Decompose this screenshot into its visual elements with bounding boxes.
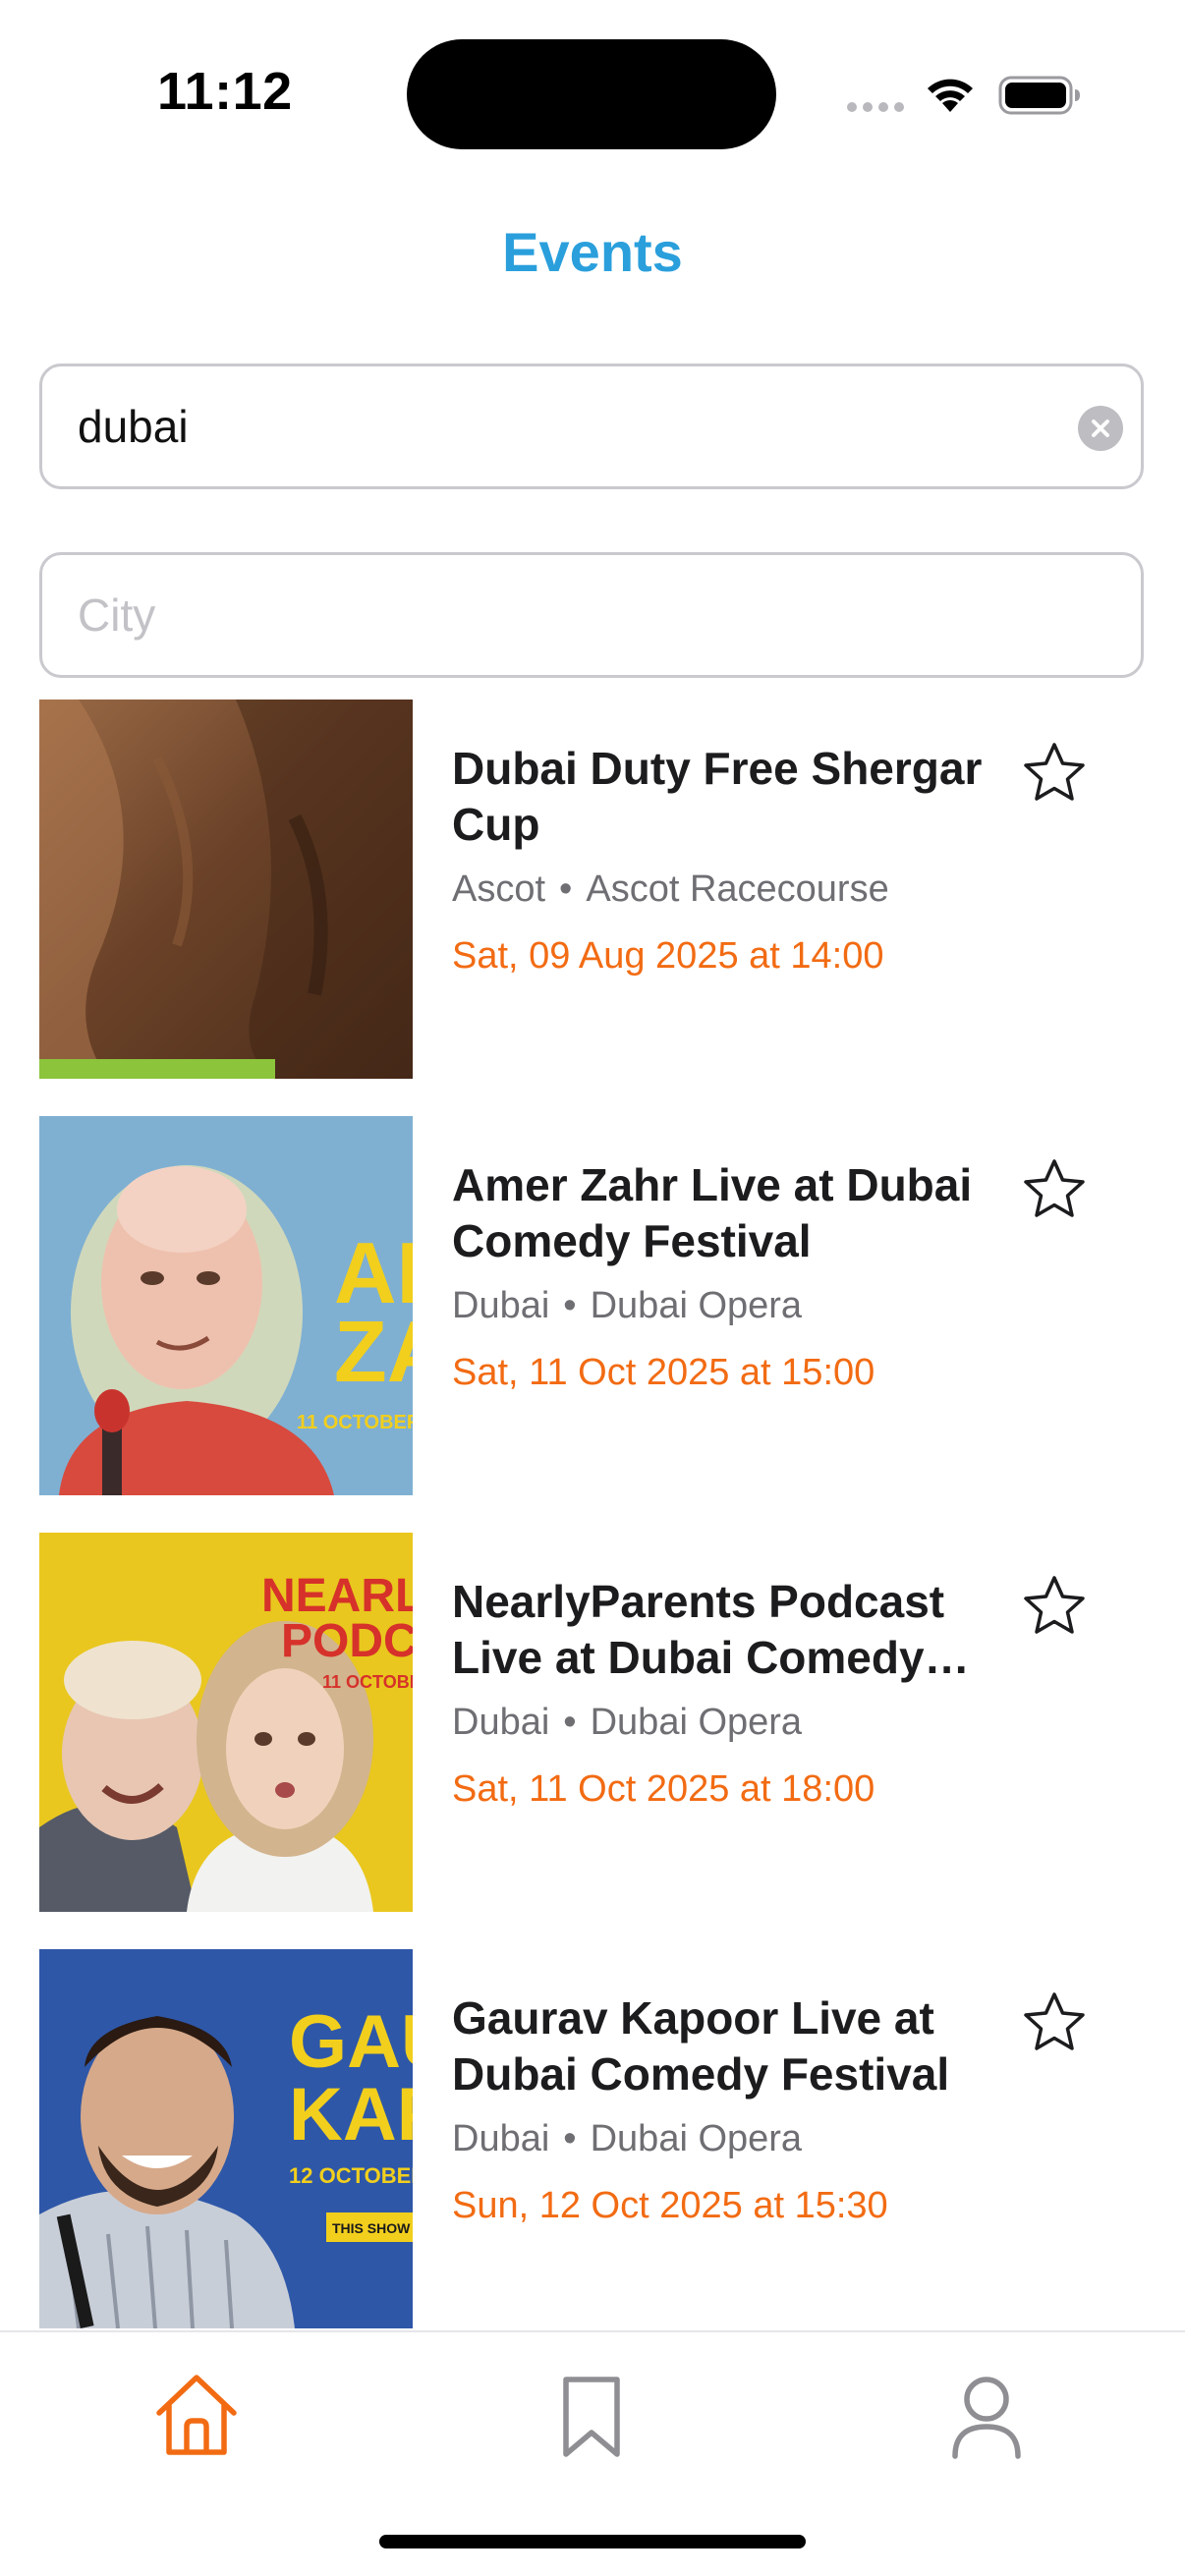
event-date: Sun, 12 Oct 2025 at 15:30 (452, 2185, 888, 2226)
event-city: Dubai (452, 1702, 550, 1743)
event-row[interactable]: NEARLYP PODCAS 11 OCTOBER NearlyParents … (0, 1533, 1185, 1912)
search-field[interactable] (39, 364, 1144, 489)
separator-dot: • (563, 1285, 577, 1326)
favorite-star-button[interactable] (1020, 1572, 1089, 1641)
city-field[interactable] (39, 552, 1144, 678)
page-title: Events (502, 221, 683, 283)
event-thumbnail: GAU KAPO 12 OCTOBER THIS SHOW (39, 1949, 413, 2328)
event-venue: Dubai Opera (590, 1702, 803, 1743)
cellular-signal-icon (847, 102, 904, 112)
event-date: Sat, 11 Oct 2025 at 18:00 (452, 1768, 875, 1810)
event-location: Ascot • Ascot Racecourse (452, 868, 889, 911)
search-input[interactable] (78, 400, 1021, 453)
events-screen: 11:12 Events dubai City Dubai Duty Free … (0, 0, 1185, 2576)
clear-search-button[interactable] (1078, 406, 1123, 451)
separator-dot: • (563, 2118, 577, 2159)
event-venue: Dubai Opera (590, 2118, 803, 2159)
event-venue: Ascot Racecourse (586, 868, 889, 910)
battery-icon (998, 76, 1080, 115)
close-icon (1092, 420, 1109, 437)
event-row[interactable]: Dubai Duty Free Shergar Cup Ascot • Ascot … (0, 700, 1185, 1079)
event-city: Ascot (452, 868, 546, 910)
favorite-star-button[interactable] (1020, 1155, 1089, 1224)
event-row[interactable]: AM ZA 11 OCTOBER Amer Zahr Live at Dubai… (0, 1116, 1185, 1495)
event-row[interactable]: GAU KAPO 12 OCTOBER THIS SHOW Gaurav Kap… (0, 1949, 1185, 2328)
event-thumbnail (39, 700, 413, 1079)
home-indicator (379, 2535, 806, 2548)
svg-text:11 OCTOBER: 11 OCTOBER (297, 1412, 413, 1433)
home-icon[interactable] (147, 2368, 246, 2466)
event-city: Dubai (452, 2118, 550, 2159)
svg-text:GAU: GAU (289, 2000, 413, 2084)
separator-dot: • (563, 1702, 577, 1743)
svg-text:ZA: ZA (334, 1303, 413, 1400)
status-time: 11:12 (157, 62, 293, 121)
city-input[interactable] (78, 588, 1021, 642)
event-title: NearlyParents Podcast Live at Dubai Come… (452, 1576, 945, 1683)
svg-text:THIS SHOW: THIS SHOW (332, 2220, 411, 2236)
bookmark-icon[interactable] (542, 2368, 641, 2466)
event-date: Sat, 09 Aug 2025 at 14:00 (452, 935, 884, 977)
event-title: Gaurav Kapoor Live at Dubai Comedy Festi… (452, 1992, 950, 2100)
svg-text:KAPO: KAPO (289, 2073, 413, 2156)
event-title: Amer Zahr Live at Dubai Comedy Festival (452, 1159, 973, 1266)
wifi-icon (928, 79, 973, 112)
event-location: Dubai • Dubai Opera (452, 1285, 802, 1327)
favorite-star-button[interactable] (1020, 1988, 1089, 2057)
event-thumbnail: AM ZA 11 OCTOBER (39, 1116, 413, 1495)
event-thumbnail: NEARLYP PODCAS 11 OCTOBER (39, 1533, 413, 1912)
svg-text:11 OCTOBER: 11 OCTOBER (322, 1672, 413, 1692)
event-date: Sat, 11 Oct 2025 at 15:00 (452, 1352, 875, 1393)
svg-text:PODCAS: PODCAS (281, 1615, 413, 1667)
separator-dot: • (559, 868, 573, 910)
favorite-star-button[interactable] (1020, 739, 1089, 808)
event-venue: Dubai Opera (590, 1285, 803, 1326)
svg-text:12 OCTOBER: 12 OCTOBER (289, 2163, 413, 2188)
event-location: Dubai • Dubai Opera (452, 1702, 802, 1744)
event-title: Dubai Duty Free Shergar Cup (452, 743, 983, 850)
dynamic-island (407, 39, 776, 149)
event-location: Dubai • Dubai Opera (452, 2118, 802, 2160)
person-icon[interactable] (937, 2368, 1036, 2466)
event-city: Dubai (452, 1285, 550, 1326)
